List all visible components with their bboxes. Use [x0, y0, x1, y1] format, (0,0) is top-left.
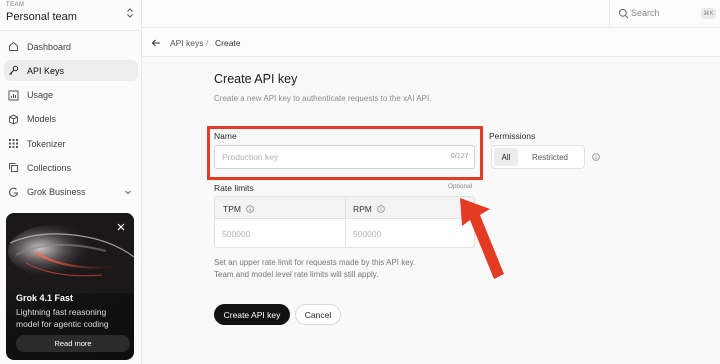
- sidebar: TEAM Personal team Dashboard API Keys Us…: [0, 0, 142, 364]
- sidebar-item-models[interactable]: Models: [4, 109, 138, 130]
- rpm-header: RPM: [353, 204, 385, 214]
- main-content: Create API key Create a new API key to a…: [142, 58, 720, 364]
- sidebar-item-label: Tokenizer: [27, 138, 66, 149]
- help-line-1: Set an upper rate limit for requests mad…: [214, 258, 416, 267]
- promo-description: Lightning fast reasoning model for agent…: [16, 307, 109, 329]
- sidebar-item-label: API Keys: [27, 65, 65, 76]
- tpm-header: TPM: [223, 204, 254, 214]
- search-icon: [618, 8, 629, 19]
- search-shortcut-badge: ⌘K: [701, 8, 716, 19]
- sidebar-item-label: Dashboard: [27, 41, 72, 52]
- rpm-label: RPM: [353, 204, 372, 214]
- breadcrumb-current: Create: [215, 38, 241, 48]
- rate-limits-table: TPM RPM: [214, 196, 475, 248]
- team-name: Personal team: [6, 11, 77, 23]
- sidebar-item-dashboard[interactable]: Dashboard: [4, 36, 138, 57]
- search-box[interactable]: Search ⌘K: [609, 0, 720, 27]
- cancel-button[interactable]: Cancel: [295, 304, 341, 325]
- page-title: Create API key: [214, 72, 298, 86]
- sidebar-item-label: Usage: [27, 90, 54, 101]
- tpm-label: TPM: [223, 204, 241, 214]
- copy-icon: [8, 162, 19, 173]
- permissions-label: Permissions: [489, 131, 536, 141]
- sidebar-divider: [0, 30, 142, 31]
- close-icon[interactable]: [116, 222, 126, 232]
- sidebar-item-label: Collections: [27, 162, 72, 173]
- sidebar-item-grok-business[interactable]: Grok Business: [4, 182, 138, 203]
- tpm-input[interactable]: [215, 220, 345, 247]
- info-icon[interactable]: [592, 153, 600, 161]
- breadcrumb-separator: /: [206, 38, 209, 48]
- promo-card: Grok 4.1 Fast Lightning fast reasoning m…: [6, 213, 134, 360]
- sidebar-item-collections[interactable]: Collections: [4, 157, 138, 178]
- team-switcher[interactable]: TEAM Personal team: [6, 2, 138, 30]
- sidebar-item-usage[interactable]: Usage: [4, 85, 138, 106]
- annotation-highlight-box: [207, 126, 483, 180]
- breadcrumb: API keys / Create: [142, 29, 720, 57]
- chevron-down-icon: [125, 190, 131, 194]
- grid-icon: [8, 138, 19, 149]
- team-caption: TEAM: [6, 2, 25, 8]
- permissions-toggle: All Restricted: [491, 145, 585, 169]
- sidebar-nav: Dashboard API Keys Usage Models Tokenize…: [4, 36, 138, 206]
- key-icon: [8, 65, 19, 76]
- grok-icon: [8, 187, 19, 198]
- create-api-key-button[interactable]: Create API key: [214, 304, 290, 325]
- rate-limits-help-text: Set an upper rate limit for requests mad…: [214, 257, 474, 281]
- info-icon[interactable]: [377, 205, 385, 213]
- optional-label: Optional: [448, 183, 473, 190]
- sidebar-item-tokenizer[interactable]: Tokenizer: [4, 133, 138, 154]
- info-icon[interactable]: [246, 205, 254, 213]
- permission-option-restricted[interactable]: Restricted: [518, 148, 582, 166]
- arrow-left-icon[interactable]: [151, 38, 161, 48]
- rate-limits-label: Rate limits: [214, 183, 254, 193]
- home-icon: [8, 41, 19, 52]
- permission-option-all[interactable]: All: [494, 148, 518, 166]
- promo-image: [6, 213, 134, 293]
- page-subtitle: Create a new API key to authenticate req…: [214, 94, 432, 103]
- cube-icon: [8, 114, 19, 125]
- breadcrumb-api-keys-link[interactable]: API keys: [170, 38, 204, 48]
- top-bar: Search ⌘K: [142, 0, 720, 28]
- read-more-button[interactable]: Read more: [16, 335, 130, 352]
- sidebar-item-label: Models: [27, 114, 57, 125]
- annotation-arrow-icon: [460, 198, 504, 279]
- bar-chart-icon: [8, 90, 19, 101]
- help-line-2: Team and model level rate limits will st…: [214, 270, 379, 279]
- promo-title: Grok 4.1 Fast: [16, 293, 74, 303]
- search-placeholder: Search: [631, 8, 660, 18]
- chevron-up-down-icon: [127, 8, 133, 18]
- sidebar-item-api-keys[interactable]: API Keys: [4, 60, 138, 82]
- sidebar-item-label: Grok Business: [27, 187, 86, 198]
